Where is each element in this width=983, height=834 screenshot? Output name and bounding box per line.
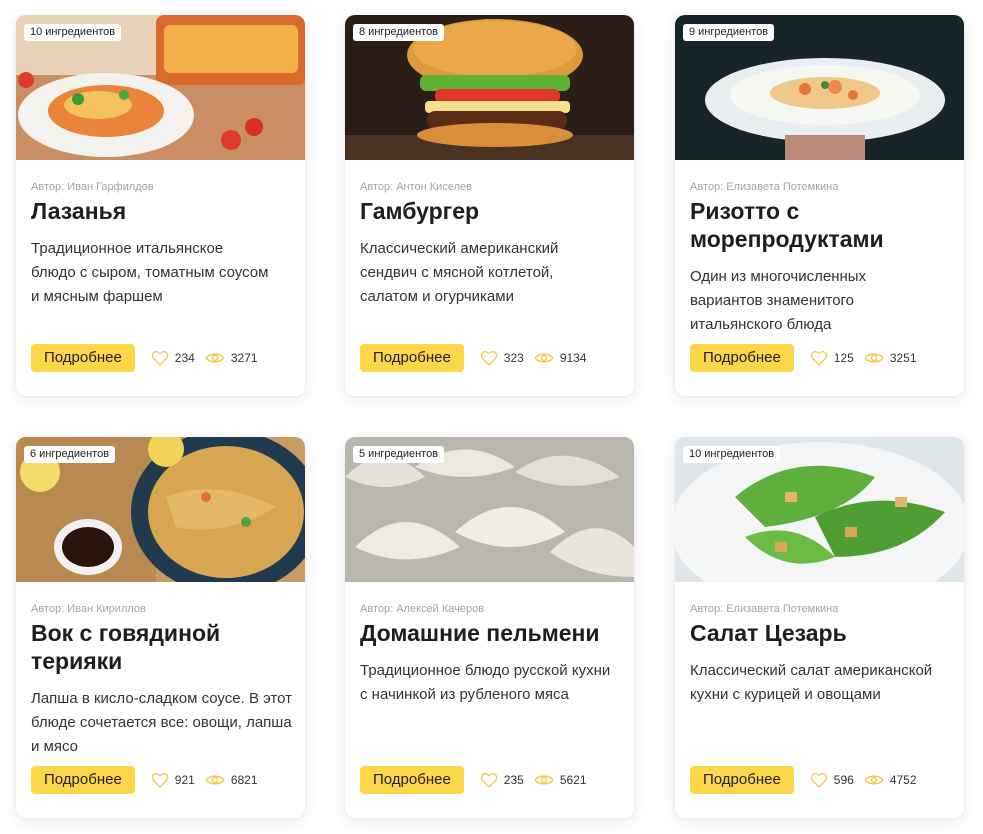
views-count: 6821	[230, 773, 258, 787]
heart-icon	[151, 773, 168, 788]
details-button[interactable]: Подробнее	[31, 766, 135, 794]
likes-count: 234	[174, 351, 195, 365]
recipe-photo: 5 ингредиентов	[345, 437, 634, 582]
recipe-author: Автор: Антон Киселев	[360, 181, 472, 193]
ingredients-badge: 9 ингредиентов	[683, 24, 775, 41]
recipe-photo: 10 ингредиентов	[16, 15, 305, 160]
recipe-title: Гамбургер	[360, 198, 480, 224]
eye-icon	[205, 775, 225, 785]
heart-icon	[480, 773, 497, 788]
details-button[interactable]: Подробнее	[360, 344, 464, 372]
recipe-title: Ризотто с морепродуктами	[690, 198, 884, 252]
views-counter: 5621	[534, 773, 587, 787]
heart-icon	[480, 351, 497, 366]
recipe-author: Автор: Алексей Качеров	[360, 603, 485, 615]
views-counter: 6821	[205, 773, 258, 787]
likes-count: 235	[503, 773, 524, 787]
recipe-author: Автор: Елизавета Потемкина	[690, 181, 839, 193]
views-counter: 3271	[205, 351, 258, 365]
recipe-photo: 10 ингредиентов	[675, 437, 964, 582]
likes-counter[interactable]: 323	[480, 350, 524, 366]
recipe-author: Автор: Иван Кириллов	[31, 603, 146, 615]
details-button[interactable]: Подробнее	[360, 766, 464, 794]
likes-counter[interactable]: 921	[151, 772, 195, 788]
recipe-grid: 10 ингредиентов Автор: Иван Гарфилдов Ла…	[0, 0, 983, 834]
recipe-author: Автор: Елизавета Потемкина	[690, 603, 839, 615]
likes-count: 323	[503, 351, 524, 365]
recipe-card-hamburger[interactable]: 8 ингредиентов Автор: Антон Киселев Гамб…	[345, 15, 634, 396]
recipe-title: Салат Цезарь	[690, 620, 847, 646]
heart-icon	[810, 773, 827, 788]
details-button[interactable]: Подробнее	[690, 766, 794, 794]
recipe-description: Традиционное итальянское блюдо с сыром, …	[31, 240, 269, 305]
heart-icon	[151, 351, 168, 366]
likes-counter[interactable]: 235	[480, 772, 524, 788]
recipe-photo: 8 ингредиентов	[345, 15, 634, 160]
ingredients-badge: 10 ингредиентов	[24, 24, 122, 41]
recipe-author: Автор: Иван Гарфилдов	[31, 181, 154, 193]
likes-counter[interactable]: 596	[810, 772, 854, 788]
recipe-card-dumplings[interactable]: 5 ингредиентов Автор: Алексей Качеров До…	[345, 437, 634, 818]
recipe-card-caesar[interactable]: 10 ингредиентов Автор: Елизавета Потемки…	[675, 437, 964, 818]
views-counter: 4752	[864, 773, 917, 787]
views-count: 5621	[559, 773, 587, 787]
recipe-card-risotto[interactable]: 9 ингредиентов Автор: Елизавета Потемкин…	[675, 15, 964, 396]
recipe-description: Один из многочисленных вариантов знамени…	[690, 268, 867, 333]
ingredients-badge: 8 ингредиентов	[353, 24, 445, 41]
eye-icon	[864, 775, 884, 785]
details-button[interactable]: Подробнее	[31, 344, 135, 372]
likes-count: 921	[174, 773, 195, 787]
recipe-description: Классический салат американской кухни с …	[690, 662, 933, 703]
recipe-description: Классический американский сендвич с мясн…	[360, 240, 559, 305]
likes-counter[interactable]: 125	[810, 350, 854, 366]
likes-count: 596	[833, 773, 854, 787]
likes-count: 125	[833, 351, 854, 365]
recipe-title: Домашние пельмени	[360, 620, 600, 646]
eye-icon	[864, 353, 884, 363]
eye-icon	[534, 775, 554, 785]
recipe-description: Традиционное блюдо русской кухни с начин…	[360, 662, 611, 703]
recipe-photo: 6 ингредиентов	[16, 437, 305, 582]
likes-counter[interactable]: 234	[151, 350, 195, 366]
recipe-card-wok[interactable]: 6 ингредиентов Автор: Иван Кириллов Вок …	[16, 437, 305, 818]
recipe-description: Лапша в кисло-сладком соусе. В этот блюд…	[31, 690, 293, 755]
ingredients-badge: 5 ингредиентов	[353, 446, 445, 463]
views-count: 3271	[230, 351, 258, 365]
recipe-photo: 9 ингредиентов	[675, 15, 964, 160]
heart-icon	[810, 351, 827, 366]
recipe-title: Лазанья	[31, 198, 127, 224]
views-counter: 3251	[864, 351, 917, 365]
eye-icon	[205, 353, 225, 363]
recipe-title: Вок с говядиной терияки	[31, 620, 221, 674]
ingredients-badge: 6 ингредиентов	[24, 446, 116, 463]
views-counter: 9134	[534, 351, 587, 365]
recipe-card-lasagna[interactable]: 10 ингредиентов Автор: Иван Гарфилдов Ла…	[16, 15, 305, 396]
views-count: 4752	[889, 773, 917, 787]
ingredients-badge: 10 ингредиентов	[683, 446, 781, 463]
views-count: 3251	[889, 351, 917, 365]
eye-icon	[534, 353, 554, 363]
views-count: 9134	[559, 351, 587, 365]
details-button[interactable]: Подробнее	[690, 344, 794, 372]
